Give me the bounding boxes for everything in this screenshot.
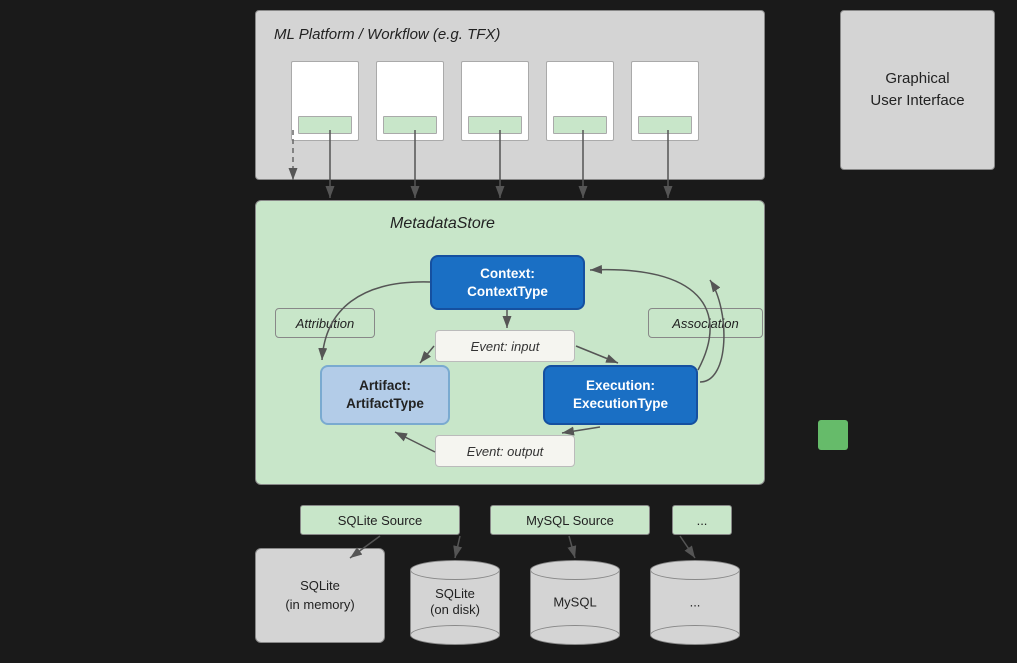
cyl-bottom-sqlite: [410, 625, 500, 645]
sqlite-disk-label: SQLite (on disk): [410, 586, 500, 620]
mysql-source-box: MySQL Source: [490, 505, 650, 535]
metadata-store-label: MetadataStore: [390, 215, 495, 233]
cyl-bottom-mysql: [530, 625, 620, 645]
diagram-container: ML Platform / Workflow (e.g. TFX) Metada…: [0, 0, 1017, 663]
card-green-2: [383, 116, 437, 134]
context-box: Context: ContextType: [430, 255, 585, 310]
mysql-label: MySQL: [530, 594, 620, 611]
card-green-5: [638, 116, 692, 134]
card-green-3: [468, 116, 522, 134]
sqlite-disk-cylinder: SQLite (on disk): [410, 560, 500, 645]
card-green-1: [298, 116, 352, 134]
sqlite-mem-box: SQLite (in memory): [255, 548, 385, 643]
ml-platform-label: ML Platform / Workflow (e.g. TFX): [274, 26, 500, 43]
cyl-top-sqlite: [410, 560, 500, 580]
artifact-label: Artifact: ArtifactType: [346, 377, 424, 412]
component-card-4: [546, 61, 614, 141]
dots-cylinder: ...: [650, 560, 740, 645]
component-card-1: [291, 61, 359, 141]
sqlite-mem-label: SQLite (in memory): [285, 577, 354, 613]
sqlite-source-label: SQLite Source: [338, 513, 423, 528]
artifact-box: Artifact: ArtifactType: [320, 365, 450, 425]
dots-source-box: ...: [672, 505, 732, 535]
card-green-4: [553, 116, 607, 134]
cyl-top-mysql: [530, 560, 620, 580]
component-card-2: [376, 61, 444, 141]
execution-label: Execution: ExecutionType: [573, 377, 668, 412]
gui-label: Graphical User Interface: [870, 68, 964, 113]
dots-db-label: ...: [650, 594, 740, 611]
event-input-text: Event: input: [471, 339, 540, 354]
execution-box: Execution: ExecutionType: [543, 365, 698, 425]
component-card-3: [461, 61, 529, 141]
cyl-top-dots: [650, 560, 740, 580]
ml-platform-box: ML Platform / Workflow (e.g. TFX): [255, 10, 765, 180]
mysql-source-label: MySQL Source: [526, 513, 614, 528]
green-indicator: [818, 420, 848, 450]
gui-box: Graphical User Interface: [840, 10, 995, 170]
mysql-cylinder: MySQL: [530, 560, 620, 645]
event-output-box: Event: output: [435, 435, 575, 467]
association-text: Association: [672, 316, 738, 331]
context-label: Context: ContextType: [467, 265, 548, 300]
cyl-bottom-dots: [650, 625, 740, 645]
attribution-label: Attribution: [275, 308, 375, 338]
dots-source-label: ...: [697, 513, 708, 528]
association-label: Association: [648, 308, 763, 338]
sqlite-source-box: SQLite Source: [300, 505, 460, 535]
component-card-5: [631, 61, 699, 141]
event-input-box: Event: input: [435, 330, 575, 362]
event-output-text: Event: output: [467, 444, 544, 459]
attribution-text: Attribution: [296, 316, 355, 331]
